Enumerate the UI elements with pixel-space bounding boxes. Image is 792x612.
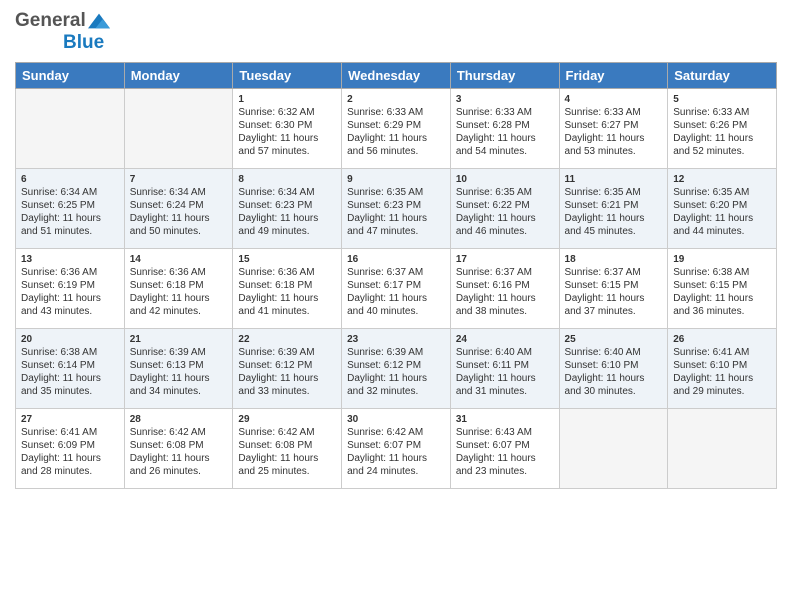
cell-day-number: 6Sunrise: 6:34 AMSunset: 6:25 PMDaylight… bbox=[21, 174, 101, 237]
cell-day-number: 31Sunrise: 6:43 AMSunset: 6:07 PMDayligh… bbox=[456, 414, 536, 477]
logo-icon bbox=[88, 10, 110, 32]
calendar-cell: 21Sunrise: 6:39 AMSunset: 6:13 PMDayligh… bbox=[124, 329, 233, 409]
weekday-header-thursday: Thursday bbox=[450, 63, 559, 89]
cell-day-number: 15Sunrise: 6:36 AMSunset: 6:18 PMDayligh… bbox=[238, 254, 318, 317]
calendar-cell: 25Sunrise: 6:40 AMSunset: 6:10 PMDayligh… bbox=[559, 329, 668, 409]
calendar-cell: 22Sunrise: 6:39 AMSunset: 6:12 PMDayligh… bbox=[233, 329, 342, 409]
cell-day-number: 28Sunrise: 6:42 AMSunset: 6:08 PMDayligh… bbox=[130, 414, 210, 477]
cell-day-number: 1Sunrise: 6:32 AMSunset: 6:30 PMDaylight… bbox=[238, 94, 318, 157]
calendar-cell: 9Sunrise: 6:35 AMSunset: 6:23 PMDaylight… bbox=[342, 169, 451, 249]
cell-day-number: 27Sunrise: 6:41 AMSunset: 6:09 PMDayligh… bbox=[21, 414, 101, 477]
calendar-cell: 5Sunrise: 6:33 AMSunset: 6:26 PMDaylight… bbox=[668, 89, 777, 169]
calendar-cell bbox=[16, 89, 125, 169]
calendar-cell: 15Sunrise: 6:36 AMSunset: 6:18 PMDayligh… bbox=[233, 249, 342, 329]
cell-day-number: 2Sunrise: 6:33 AMSunset: 6:29 PMDaylight… bbox=[347, 94, 427, 157]
calendar-cell: 4Sunrise: 6:33 AMSunset: 6:27 PMDaylight… bbox=[559, 89, 668, 169]
weekday-header-tuesday: Tuesday bbox=[233, 63, 342, 89]
cell-day-number: 3Sunrise: 6:33 AMSunset: 6:28 PMDaylight… bbox=[456, 94, 536, 157]
cell-day-number: 17Sunrise: 6:37 AMSunset: 6:16 PMDayligh… bbox=[456, 254, 536, 317]
calendar-header-row: SundayMondayTuesdayWednesdayThursdayFrid… bbox=[16, 63, 777, 89]
calendar-week-row: 6Sunrise: 6:34 AMSunset: 6:25 PMDaylight… bbox=[16, 169, 777, 249]
cell-day-number: 5Sunrise: 6:33 AMSunset: 6:26 PMDaylight… bbox=[673, 94, 753, 157]
cell-day-number: 23Sunrise: 6:39 AMSunset: 6:12 PMDayligh… bbox=[347, 334, 427, 397]
cell-day-number: 26Sunrise: 6:41 AMSunset: 6:10 PMDayligh… bbox=[673, 334, 753, 397]
calendar-cell: 3Sunrise: 6:33 AMSunset: 6:28 PMDaylight… bbox=[450, 89, 559, 169]
calendar-cell: 10Sunrise: 6:35 AMSunset: 6:22 PMDayligh… bbox=[450, 169, 559, 249]
weekday-header-saturday: Saturday bbox=[668, 63, 777, 89]
calendar-cell: 17Sunrise: 6:37 AMSunset: 6:16 PMDayligh… bbox=[450, 249, 559, 329]
weekday-header-sunday: Sunday bbox=[16, 63, 125, 89]
cell-day-number: 11Sunrise: 6:35 AMSunset: 6:21 PMDayligh… bbox=[565, 174, 645, 237]
calendar-cell: 26Sunrise: 6:41 AMSunset: 6:10 PMDayligh… bbox=[668, 329, 777, 409]
cell-day-number: 18Sunrise: 6:37 AMSunset: 6:15 PMDayligh… bbox=[565, 254, 645, 317]
cell-day-number: 10Sunrise: 6:35 AMSunset: 6:22 PMDayligh… bbox=[456, 174, 536, 237]
cell-day-number: 4Sunrise: 6:33 AMSunset: 6:27 PMDaylight… bbox=[565, 94, 645, 157]
cell-day-number: 21Sunrise: 6:39 AMSunset: 6:13 PMDayligh… bbox=[130, 334, 210, 397]
calendar-cell: 29Sunrise: 6:42 AMSunset: 6:08 PMDayligh… bbox=[233, 409, 342, 489]
calendar-cell: 6Sunrise: 6:34 AMSunset: 6:25 PMDaylight… bbox=[16, 169, 125, 249]
cell-day-number: 13Sunrise: 6:36 AMSunset: 6:19 PMDayligh… bbox=[21, 254, 101, 317]
header: General Blue bbox=[15, 10, 777, 54]
cell-day-number: 25Sunrise: 6:40 AMSunset: 6:10 PMDayligh… bbox=[565, 334, 645, 397]
calendar-week-row: 13Sunrise: 6:36 AMSunset: 6:19 PMDayligh… bbox=[16, 249, 777, 329]
cell-day-number: 8Sunrise: 6:34 AMSunset: 6:23 PMDaylight… bbox=[238, 174, 318, 237]
calendar-cell: 18Sunrise: 6:37 AMSunset: 6:15 PMDayligh… bbox=[559, 249, 668, 329]
calendar-cell: 13Sunrise: 6:36 AMSunset: 6:19 PMDayligh… bbox=[16, 249, 125, 329]
cell-day-number: 9Sunrise: 6:35 AMSunset: 6:23 PMDaylight… bbox=[347, 174, 427, 237]
calendar-cell bbox=[559, 409, 668, 489]
cell-day-number: 29Sunrise: 6:42 AMSunset: 6:08 PMDayligh… bbox=[238, 414, 318, 477]
calendar-cell: 8Sunrise: 6:34 AMSunset: 6:23 PMDaylight… bbox=[233, 169, 342, 249]
logo: General Blue bbox=[15, 10, 110, 54]
calendar-cell: 11Sunrise: 6:35 AMSunset: 6:21 PMDayligh… bbox=[559, 169, 668, 249]
cell-day-number: 7Sunrise: 6:34 AMSunset: 6:24 PMDaylight… bbox=[130, 174, 210, 237]
calendar-cell: 12Sunrise: 6:35 AMSunset: 6:20 PMDayligh… bbox=[668, 169, 777, 249]
calendar-cell: 2Sunrise: 6:33 AMSunset: 6:29 PMDaylight… bbox=[342, 89, 451, 169]
logo-blue-text: Blue bbox=[63, 32, 104, 54]
cell-day-number: 22Sunrise: 6:39 AMSunset: 6:12 PMDayligh… bbox=[238, 334, 318, 397]
calendar-cell: 20Sunrise: 6:38 AMSunset: 6:14 PMDayligh… bbox=[16, 329, 125, 409]
cell-day-number: 20Sunrise: 6:38 AMSunset: 6:14 PMDayligh… bbox=[21, 334, 101, 397]
weekday-header-friday: Friday bbox=[559, 63, 668, 89]
calendar-cell: 23Sunrise: 6:39 AMSunset: 6:12 PMDayligh… bbox=[342, 329, 451, 409]
calendar-cell: 28Sunrise: 6:42 AMSunset: 6:08 PMDayligh… bbox=[124, 409, 233, 489]
weekday-header-monday: Monday bbox=[124, 63, 233, 89]
calendar-cell: 7Sunrise: 6:34 AMSunset: 6:24 PMDaylight… bbox=[124, 169, 233, 249]
page-container: General Blue SundayMondayTuesdayWednesda… bbox=[0, 0, 792, 499]
calendar-cell: 31Sunrise: 6:43 AMSunset: 6:07 PMDayligh… bbox=[450, 409, 559, 489]
cell-day-number: 14Sunrise: 6:36 AMSunset: 6:18 PMDayligh… bbox=[130, 254, 210, 317]
calendar-week-row: 27Sunrise: 6:41 AMSunset: 6:09 PMDayligh… bbox=[16, 409, 777, 489]
logo-general: General bbox=[15, 10, 86, 32]
weekday-header-wednesday: Wednesday bbox=[342, 63, 451, 89]
calendar-cell: 24Sunrise: 6:40 AMSunset: 6:11 PMDayligh… bbox=[450, 329, 559, 409]
calendar-cell: 16Sunrise: 6:37 AMSunset: 6:17 PMDayligh… bbox=[342, 249, 451, 329]
calendar-week-row: 1Sunrise: 6:32 AMSunset: 6:30 PMDaylight… bbox=[16, 89, 777, 169]
cell-day-number: 30Sunrise: 6:42 AMSunset: 6:07 PMDayligh… bbox=[347, 414, 427, 477]
calendar-cell: 1Sunrise: 6:32 AMSunset: 6:30 PMDaylight… bbox=[233, 89, 342, 169]
calendar-cell: 27Sunrise: 6:41 AMSunset: 6:09 PMDayligh… bbox=[16, 409, 125, 489]
calendar-cell: 30Sunrise: 6:42 AMSunset: 6:07 PMDayligh… bbox=[342, 409, 451, 489]
cell-day-number: 16Sunrise: 6:37 AMSunset: 6:17 PMDayligh… bbox=[347, 254, 427, 317]
calendar-week-row: 20Sunrise: 6:38 AMSunset: 6:14 PMDayligh… bbox=[16, 329, 777, 409]
cell-day-number: 19Sunrise: 6:38 AMSunset: 6:15 PMDayligh… bbox=[673, 254, 753, 317]
calendar-table: SundayMondayTuesdayWednesdayThursdayFrid… bbox=[15, 62, 777, 489]
calendar-cell: 14Sunrise: 6:36 AMSunset: 6:18 PMDayligh… bbox=[124, 249, 233, 329]
cell-day-number: 24Sunrise: 6:40 AMSunset: 6:11 PMDayligh… bbox=[456, 334, 536, 397]
calendar-cell: 19Sunrise: 6:38 AMSunset: 6:15 PMDayligh… bbox=[668, 249, 777, 329]
calendar-cell bbox=[124, 89, 233, 169]
calendar-cell bbox=[668, 409, 777, 489]
cell-day-number: 12Sunrise: 6:35 AMSunset: 6:20 PMDayligh… bbox=[673, 174, 753, 237]
